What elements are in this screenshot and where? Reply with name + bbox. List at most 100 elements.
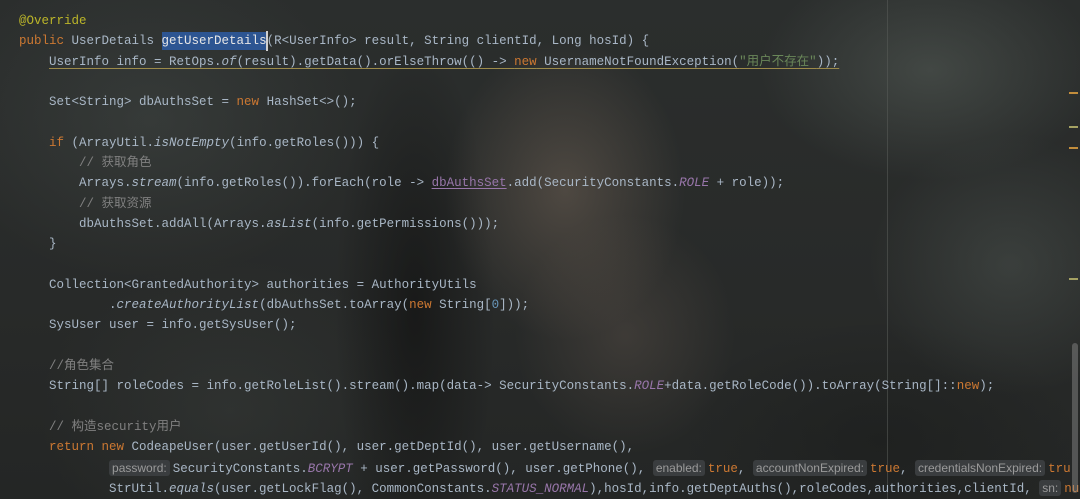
static-method-call[interactable]: isNotEmpty [154,136,229,150]
code-text[interactable]: (info.getRoles())) { [229,136,379,150]
code-line[interactable] [19,397,1080,417]
code-line[interactable] [19,336,1080,356]
code-text[interactable]: SecurityConstants. [173,462,308,476]
code-text[interactable]: dbAuthsSet.addAll(Arrays. [79,217,267,231]
code-text[interactable]: , [738,462,753,476]
code-text[interactable]: , [900,462,915,476]
code-text[interactable]: Arrays. [79,176,132,190]
method-name-highlight[interactable]: getUserDetails [161,31,268,52]
indentation [19,95,49,109]
code-line[interactable]: // 获取角色 [19,153,1080,173]
indentation [19,440,49,454]
code-text[interactable]: (ArrayUtil. [64,136,155,150]
indentation [19,197,79,211]
annotation-token[interactable]: @Override [19,14,87,28]
error-stripe-marker[interactable] [1069,147,1078,149]
constant-field[interactable]: ROLE [679,176,709,190]
static-method-call[interactable]: equals [169,482,214,496]
code-text[interactable]: +data.getRoleCode()).toArray(String[]:: [664,379,957,393]
code-line[interactable]: //角色集合 [19,356,1080,376]
keyword-token[interactable]: true [870,462,900,476]
code-line[interactable]: password: SecurityConstants.BCRYPT + user… [19,458,1080,478]
code-line[interactable]: StrUtil.equals(user.getLockFlag(), Commo… [19,478,1080,498]
code-text[interactable]: UserInfo info = RetOps. [49,55,222,69]
code-text[interactable]: UsernameNotFoundException( [537,55,739,69]
code-text[interactable]: + user.getPassword(), user.getPhone(), [353,462,653,476]
code-comment[interactable]: // 构造security用户 [49,420,182,434]
error-stripe-marker[interactable] [1069,126,1078,128]
code-text[interactable]: HashSet<>(); [259,95,357,109]
code-text[interactable]: (R<UserInfo> result, String clientId, Lo… [267,34,650,48]
code-text[interactable]: . [109,298,117,312]
static-method-call[interactable]: createAuthorityList [117,298,260,312]
code-line[interactable]: // 构造security用户 [19,417,1080,437]
code-line[interactable]: } [19,234,1080,254]
code-text[interactable]: (user.getLockFlag(), CommonConstants. [214,482,492,496]
code-text[interactable]: )); [817,55,840,69]
static-method-call[interactable]: stream [132,176,177,190]
code-text[interactable]: (dbAuthsSet.toArray( [259,298,409,312]
code-comment[interactable]: // 获取资源 [79,197,152,211]
code-text[interactable]: StrUtil. [109,482,169,496]
keyword-token[interactable]: return new [49,440,124,454]
code-line[interactable]: dbAuthsSet.addAll(Arrays.asList(info.get… [19,214,1080,234]
error-stripe-marker[interactable] [1069,92,1078,94]
code-line[interactable]: Set<String> dbAuthsSet = new HashSet<>()… [19,92,1080,112]
code-line[interactable] [19,255,1080,275]
code-comment[interactable]: // 获取角色 [79,156,152,170]
string-literal[interactable]: "用户不存在" [739,55,817,69]
code-line[interactable]: @Override [19,11,1080,31]
constant-field[interactable]: STATUS_NORMAL [492,482,590,496]
code-text[interactable]: UserDetails [64,34,162,48]
keyword-token[interactable]: new [514,55,537,69]
code-line[interactable]: // 获取资源 [19,194,1080,214]
method-name[interactable]: getUserDetails [162,34,267,48]
constant-field[interactable]: BCRYPT [308,462,353,476]
code-text[interactable]: (info.getRoles()).forEach(role -> [177,176,432,190]
code-text[interactable]: ); [979,379,994,393]
code-text[interactable]: Set<String> dbAuthsSet = [49,95,237,109]
code-editor[interactable]: @Override public UserDetails getUserDetai… [0,0,1080,499]
number-literal[interactable]: 0 [492,298,500,312]
keyword-token[interactable]: true [708,462,738,476]
code-text[interactable]: Collection<GrantedAuthority> authorities… [49,278,477,292]
code-line[interactable]: SysUser user = info.getSysUser(); [19,315,1080,335]
keyword-token[interactable]: if [49,136,64,150]
code-area[interactable]: @Override public UserDetails getUserDetai… [19,11,1080,498]
code-line[interactable]: Collection<GrantedAuthority> authorities… [19,275,1080,295]
error-stripe-marker[interactable] [1069,278,1078,280]
vertical-scrollbar-thumb[interactable] [1072,343,1078,493]
captured-variable[interactable]: dbAuthsSet [432,176,507,190]
code-text[interactable]: SysUser user = info.getSysUser(); [49,318,297,332]
code-line[interactable]: public UserDetails getUserDetails (R<User… [19,31,1080,52]
code-text[interactable]: (result).getData().orElseThrow(() -> [237,55,515,69]
static-method-call[interactable]: asList [267,217,312,231]
static-method-call[interactable]: of [222,55,237,69]
code-text[interactable]: ])); [499,298,529,312]
code-text[interactable]: String[ [432,298,492,312]
code-line[interactable] [19,112,1080,132]
keyword-token[interactable]: new [957,379,980,393]
code-line[interactable]: Arrays.stream(info.getRoles()).forEach(r… [19,173,1080,193]
constant-field[interactable]: ROLE [634,379,664,393]
code-comment[interactable]: //角色集合 [49,359,114,373]
code-text[interactable]: String[] roleCodes = info.getRoleList().… [49,379,634,393]
code-text[interactable]: } [49,237,57,251]
code-line[interactable] [19,72,1080,92]
keyword-token[interactable]: new [409,298,432,312]
indentation [19,278,49,292]
keyword-token[interactable]: new [237,95,260,109]
code-text[interactable]: ),hosId,info.getDeptAuths(),roleCodes,au… [589,482,1039,496]
code-text[interactable]: + role)); [709,176,785,190]
code-line[interactable]: UserInfo info = RetOps.of(result).getDat… [19,52,1080,72]
code-line[interactable]: if (ArrayUtil.isNotEmpty(info.getRoles()… [19,133,1080,153]
code-text[interactable]: (info.getPermissions())); [312,217,500,231]
code-text[interactable]: .add(SecurityConstants. [507,176,680,190]
code-line[interactable]: String[] roleCodes = info.getRoleList().… [19,376,1080,396]
code-line[interactable]: return new CodeapeUser(user.getUserId(),… [19,437,1080,457]
code-text[interactable]: CodeapeUser(user.getUserId(), user.getDe… [124,440,635,454]
warning-highlight: UserInfo info = RetOps.of(result).getDat… [49,55,839,69]
code-line[interactable]: .createAuthorityList(dbAuthsSet.toArray(… [19,295,1080,315]
keyword-token[interactable]: public [19,34,64,48]
indentation [19,420,49,434]
